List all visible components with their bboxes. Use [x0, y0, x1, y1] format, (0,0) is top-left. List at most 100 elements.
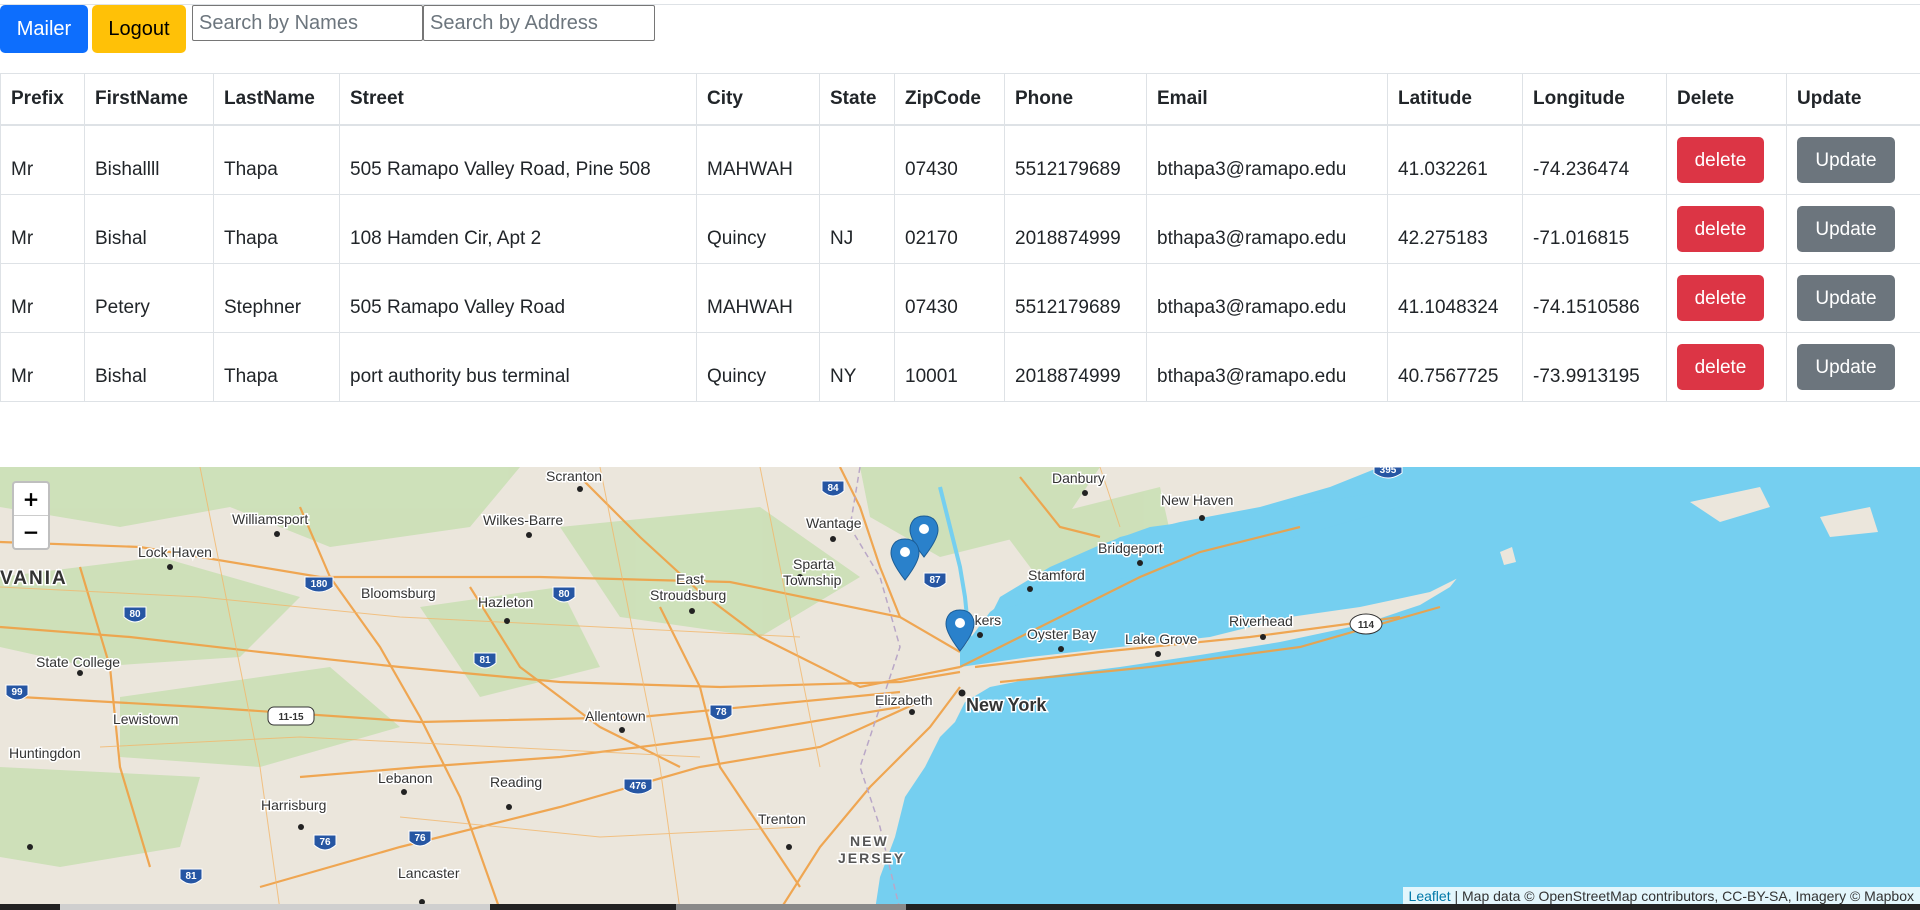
- shield-i81: 81: [473, 652, 497, 669]
- header-zipcode: ZipCode: [894, 73, 1005, 126]
- latitude-text: 41.032261: [1398, 159, 1488, 180]
- shield-text: 87: [929, 575, 941, 586]
- delete-button[interactable]: delete: [1677, 137, 1764, 183]
- email-text: bthapa3@ramapo.edu: [1157, 228, 1347, 249]
- label-lock-haven: Lock Haven: [138, 544, 212, 560]
- cell-street: 505 Ramapo Valley Road, Pine 508: [339, 124, 697, 195]
- leaflet-link[interactable]: Leaflet: [1409, 888, 1451, 904]
- label-hazleton: Hazleton: [478, 594, 533, 610]
- cell-update: Update: [1786, 194, 1920, 264]
- update-button[interactable]: Update: [1797, 344, 1895, 390]
- attribution-text: | Map data © OpenStreetMap contributors,…: [1450, 888, 1914, 904]
- cell-city: Quincy: [696, 194, 820, 264]
- delete-button[interactable]: delete: [1677, 275, 1764, 321]
- zipcode-text: 07430: [905, 159, 958, 180]
- cell-prefix: Mr: [0, 194, 85, 264]
- delete-button[interactable]: delete: [1677, 344, 1764, 390]
- label-scranton: Scranton: [546, 468, 602, 484]
- delete-button[interactable]: delete: [1677, 206, 1764, 252]
- label-lebanon: Lebanon: [378, 770, 433, 786]
- label-bridgeport: Bridgeport: [1098, 540, 1163, 556]
- search-names-input[interactable]: [192, 5, 423, 41]
- cell-update: Update: [1786, 332, 1920, 402]
- window-bottom-edge: [0, 904, 1920, 910]
- label-trenton: Trenton: [758, 811, 806, 827]
- firstname-text: Petery: [95, 297, 150, 318]
- search-address-input[interactable]: [423, 5, 655, 41]
- contacts-table: Prefix FirstName LastName Street City St…: [0, 73, 1920, 402]
- email-text: bthapa3@ramapo.edu: [1157, 366, 1347, 387]
- scrollbar-segment: [676, 904, 906, 910]
- cell-delete: delete: [1666, 332, 1787, 402]
- zipcode-text: 10001: [905, 366, 958, 387]
- cell-street: port authority bus terminal: [339, 332, 697, 402]
- zipcode-text: 02170: [905, 228, 958, 249]
- phone-text: 2018874999: [1015, 366, 1121, 387]
- update-button[interactable]: Update: [1797, 275, 1895, 321]
- table-row: Mr Petery Stephner 505 Ramapo Valley Roa…: [0, 263, 1920, 333]
- cell-street: 505 Ramapo Valley Road: [339, 263, 697, 333]
- cell-lastname: Thapa: [213, 332, 340, 402]
- shield-i76-east: 76: [408, 830, 432, 847]
- lastname-text: Thapa: [224, 228, 278, 249]
- cell-firstname: Petery: [84, 263, 214, 333]
- longitude-text: -74.236474: [1533, 159, 1630, 180]
- cell-longitude: -73.9913195: [1522, 332, 1667, 402]
- prefix-text: Mr: [11, 228, 34, 249]
- longitude-text: -71.016815: [1533, 228, 1630, 249]
- label-danbury: Danbury: [1052, 470, 1105, 486]
- cell-email: bthapa3@ramapo.edu: [1146, 194, 1388, 264]
- label-east: East: [676, 571, 704, 587]
- cell-firstname: Bishal: [84, 332, 214, 402]
- update-button[interactable]: Update: [1797, 206, 1895, 252]
- shield-text: 84: [827, 483, 839, 494]
- label-state-college: State College: [36, 654, 120, 670]
- cell-lastname: Thapa: [213, 124, 340, 195]
- label-new-haven: New Haven: [1161, 492, 1233, 508]
- update-button[interactable]: Update: [1797, 137, 1895, 183]
- table-row: Mr Bishal Thapa 108 Hamden Cir, Apt 2 Qu…: [0, 194, 1920, 264]
- shield-text: 81: [479, 655, 491, 666]
- label-vania: VANIA: [0, 568, 68, 589]
- logout-button[interactable]: Logout: [92, 5, 186, 53]
- latitude-text: 40.7567725: [1398, 366, 1499, 387]
- cell-city: MAHWAH: [696, 124, 820, 195]
- cell-prefix: Mr: [0, 263, 85, 333]
- zoom-control: + −: [12, 481, 50, 550]
- header-latitude: Latitude: [1387, 73, 1523, 126]
- label-new-york: New York: [966, 695, 1047, 715]
- label-wantage: Wantage: [806, 515, 862, 531]
- mailer-button[interactable]: Mailer: [0, 5, 88, 53]
- longitude-text: -74.1510586: [1533, 297, 1640, 318]
- label-allentown: Allentown: [585, 708, 646, 724]
- zoom-out-button[interactable]: −: [14, 516, 48, 548]
- cell-state: [819, 124, 895, 195]
- shield-text: 80: [129, 609, 141, 620]
- map[interactable]: Scranton Danbury New Haven Williamsport …: [0, 467, 1920, 910]
- cell-phone: 2018874999: [1004, 332, 1147, 402]
- cell-zipcode: 07430: [894, 263, 1005, 333]
- cell-delete: delete: [1666, 124, 1787, 195]
- lastname-text: Thapa: [224, 159, 278, 180]
- city-text: Quincy: [707, 228, 767, 249]
- cell-email: bthapa3@ramapo.edu: [1146, 332, 1388, 402]
- header-firstname: FirstName: [84, 73, 214, 126]
- shield-i87: 87: [923, 572, 947, 589]
- shield-r114: 114: [1349, 613, 1383, 635]
- email-text: bthapa3@ramapo.edu: [1157, 159, 1347, 180]
- city-text: MAHWAH: [707, 159, 793, 180]
- cell-zipcode: 10001: [894, 332, 1005, 402]
- label-jersey: JERSEY: [838, 850, 905, 866]
- shield-i476: 476: [623, 778, 653, 795]
- label-wilkes-barre: Wilkes-Barre: [483, 512, 563, 528]
- prefix-text: Mr: [11, 159, 34, 180]
- shield-i80-east: 80: [552, 586, 576, 603]
- label-williamsport: Williamsport: [232, 511, 308, 527]
- cell-city: MAHWAH: [696, 263, 820, 333]
- cell-prefix: Mr: [0, 124, 85, 195]
- cell-phone: 5512179689: [1004, 263, 1147, 333]
- scrollbar-thumb[interactable]: [60, 904, 490, 910]
- zoom-in-button[interactable]: +: [14, 483, 48, 516]
- label-oyster-bay: Oyster Bay: [1027, 626, 1096, 642]
- table-header-row: Prefix FirstName LastName Street City St…: [0, 73, 1920, 126]
